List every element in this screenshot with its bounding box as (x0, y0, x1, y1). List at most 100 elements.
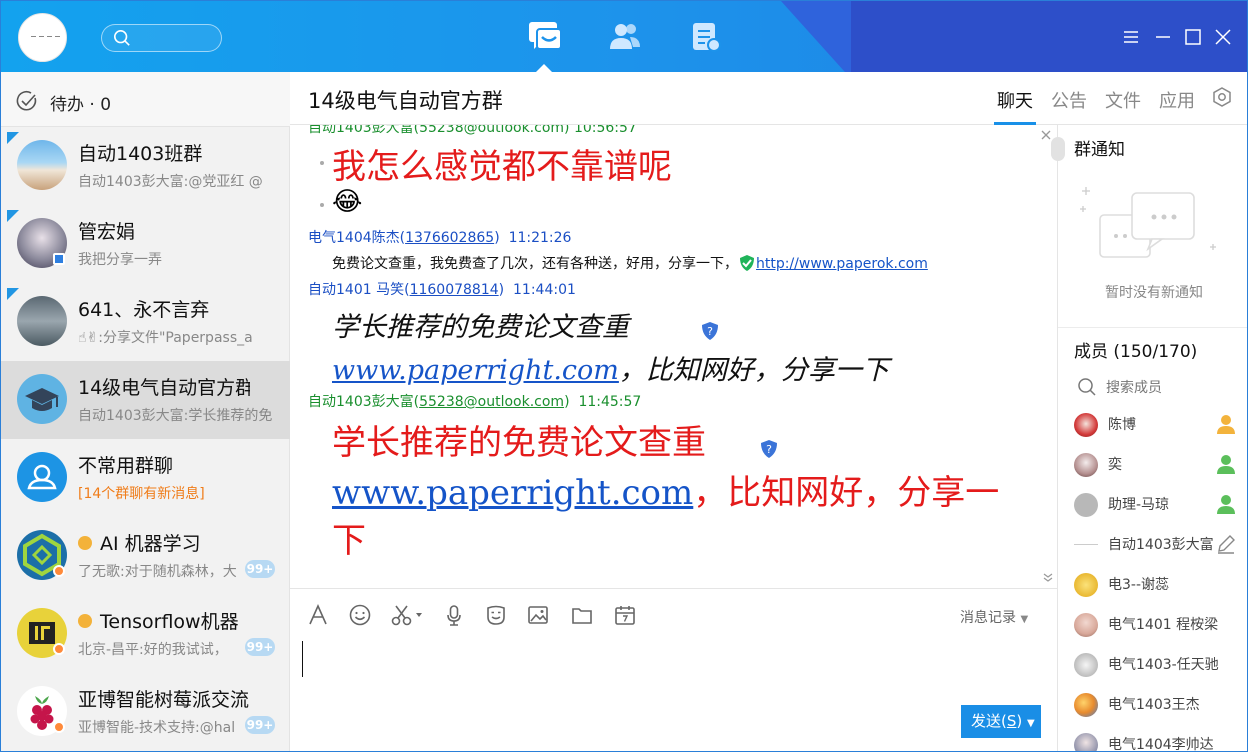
close-icon[interactable] (1213, 27, 1233, 47)
conversation-preview: ☝✌:分享文件"Paperpass_a (78, 330, 253, 346)
todo-label: 待办 · 0 (50, 95, 112, 115)
conversation-item-selected[interactable]: 14级电气自动官方群 自动1403彭大富:学长推荐的免 (1, 361, 290, 439)
image-icon[interactable] (526, 603, 550, 627)
conversation-name: 641、永不言弃 (78, 299, 210, 321)
member-search-input[interactable]: 搜索成员 (1106, 377, 1162, 397)
microphone-icon[interactable] (442, 603, 466, 627)
emoji-icon[interactable] (348, 603, 372, 627)
send-button[interactable]: 发送(S) ▼ (961, 705, 1041, 738)
history-label: 消息记录 (960, 610, 1016, 626)
graduation-cap-icon (25, 388, 59, 411)
admin-role-icon (1217, 495, 1235, 514)
message-link[interactable]: www.paperright.com (332, 473, 693, 513)
member-avatar (1074, 453, 1098, 477)
chevron-down-icon[interactable] (1042, 571, 1054, 583)
member-item[interactable]: 自动1403彭大富 (1058, 524, 1247, 564)
member-item[interactable]: 电气1403王杰 (1058, 684, 1247, 724)
tab-apps[interactable]: 应用 (1159, 87, 1195, 113)
unread-badge: 99+ (245, 716, 275, 734)
message-text: 我怎么感觉都不靠谱呢 (332, 147, 672, 187)
message-link[interactable]: www.paperright.com (332, 355, 619, 386)
tab-chat[interactable]: 聊天 (994, 87, 1036, 125)
member-item[interactable]: 陈博 (1058, 404, 1247, 444)
member-item[interactable]: 助理-马琼 (1058, 484, 1247, 524)
sender-name[interactable]: 电气1404陈杰 (308, 230, 400, 246)
conversation-item[interactable]: 自动1403班群 自动1403彭大富:@党亚红 @ (1, 127, 290, 205)
tab-files[interactable]: 文件 (1105, 87, 1141, 113)
status-icon (53, 721, 65, 733)
svg-text:?: ? (707, 325, 713, 338)
member-name: 电气1404李帅达 (1108, 737, 1214, 752)
sender-qq[interactable]: 1376602865 (405, 230, 494, 246)
sender-name[interactable]: 自动1401 马笑 (308, 282, 404, 298)
conversation-item[interactable]: 不常用群聊 [14个群聊有新消息] (1, 439, 290, 517)
member-item[interactable]: 电气1404李帅达 (1058, 724, 1247, 752)
member-item[interactable]: 电气1401 程桉梁 (1058, 604, 1247, 644)
member-avatar (1074, 413, 1098, 437)
message-time: 11:21:26 (508, 230, 572, 246)
conversation-item[interactable]: 641、永不言弃 ☝✌:分享文件"Paperpass_a (1, 283, 290, 361)
message-link[interactable]: http://www.paperok.com (756, 256, 928, 272)
message-text-line: www.paperright.com，比知网好，分享一下 (332, 348, 889, 387)
message-input-area: 消息记录 ▼ 发送(S) ▼ (290, 588, 1057, 751)
conversation-item[interactable]: 亚博智能树莓派交流 亚博智能-技术支持:@hal 99+ (1, 673, 290, 751)
message-text-line: www.paperright.com，比知网好，分享一 (332, 465, 999, 514)
member-avatar (1074, 573, 1098, 597)
sender-email[interactable]: 55238@outlook.com (419, 394, 564, 410)
message-text: 学长推荐的免费论文查重 (332, 423, 706, 463)
message-text: ，比知网好，分享一 (693, 473, 1000, 513)
conversation-name-text: AI 机器学习 (100, 533, 201, 555)
member-item[interactable]: 电3--谢蕊 (1058, 564, 1247, 604)
member-item[interactable]: 奕 (1058, 444, 1247, 484)
send-label-close: ) (1016, 712, 1023, 730)
conversation-item[interactable]: Tensorflow机器 北京-昌平:好的我试试， 99+ (1, 595, 290, 673)
nav-messages[interactable] (526, 19, 564, 72)
calendar-icon[interactable] (613, 603, 637, 627)
send-label: 发送( (971, 712, 1007, 730)
group-icon (27, 464, 57, 490)
minimize-icon[interactable] (1153, 27, 1173, 47)
chat-tabs: 聊天 公告 文件 应用 (994, 87, 1213, 125)
message-history-link[interactable]: 消息记录 ▼ (960, 607, 1028, 627)
nav-spaces[interactable] (687, 19, 725, 55)
admin-role-icon (1217, 455, 1235, 474)
status-icon (53, 565, 65, 577)
chat-bubble-icon (529, 22, 562, 50)
edit-pencil-icon[interactable] (1215, 533, 1237, 555)
settings-icon[interactable] (1211, 86, 1233, 108)
message-time: 11:45:57 (578, 394, 642, 410)
text-cursor (302, 641, 303, 677)
maximize-icon[interactable] (1183, 27, 1203, 47)
todo-bar[interactable]: 待办 · 0 (1, 72, 290, 127)
unread-badge: 99+ (245, 560, 275, 578)
empty-notice-illustration (1080, 187, 1216, 258)
sticker-icon[interactable] (484, 603, 508, 627)
message-list[interactable]: 自动1403彭大富(55238@outlook.com) 10:56:57 我怎… (290, 125, 1057, 659)
conversation-item[interactable]: AI 机器学习 了无歌:对于随机森林，大 99+ (1, 517, 290, 595)
sender-name[interactable]: 自动1403彭大富 (308, 394, 414, 410)
screenshot-scissors-icon[interactable] (390, 603, 426, 627)
font-icon[interactable] (306, 603, 330, 627)
close-x-icon[interactable] (1040, 129, 1052, 141)
conversation-item[interactable]: 管宏娟 我把分享一弄 (1, 205, 290, 283)
admin-role-icon (1217, 415, 1235, 434)
member-name: 电3--谢蕊 (1108, 577, 1170, 593)
message-text: ，比知网好，分享一下 (618, 355, 889, 386)
member-item[interactable]: 电气1403-任天驰 (1058, 644, 1247, 684)
member-name: 奕 (1108, 457, 1122, 473)
send-options-arrow-icon[interactable]: ▼ (1027, 718, 1035, 729)
collapse-panel-handle[interactable] (1051, 137, 1065, 161)
group-avatar (17, 374, 67, 424)
message-text: 免费论文查重，我免费查了几次，还有各种送，好用，分享一下， (332, 256, 738, 272)
search-input[interactable] (101, 24, 222, 52)
tab-announcements[interactable]: 公告 (1051, 87, 1087, 113)
menu-icon[interactable] (1121, 27, 1141, 47)
member-name: 陈博 (1108, 417, 1136, 433)
send-shortcut: S (1006, 712, 1017, 730)
folder-icon[interactable] (570, 603, 594, 627)
nav-contacts[interactable] (606, 19, 644, 55)
member-name: 电气1401 程桉梁 (1108, 617, 1219, 633)
user-avatar[interactable] (18, 13, 67, 62)
document-icon (693, 23, 721, 52)
sender-qq[interactable]: 1160078814 (410, 282, 499, 298)
